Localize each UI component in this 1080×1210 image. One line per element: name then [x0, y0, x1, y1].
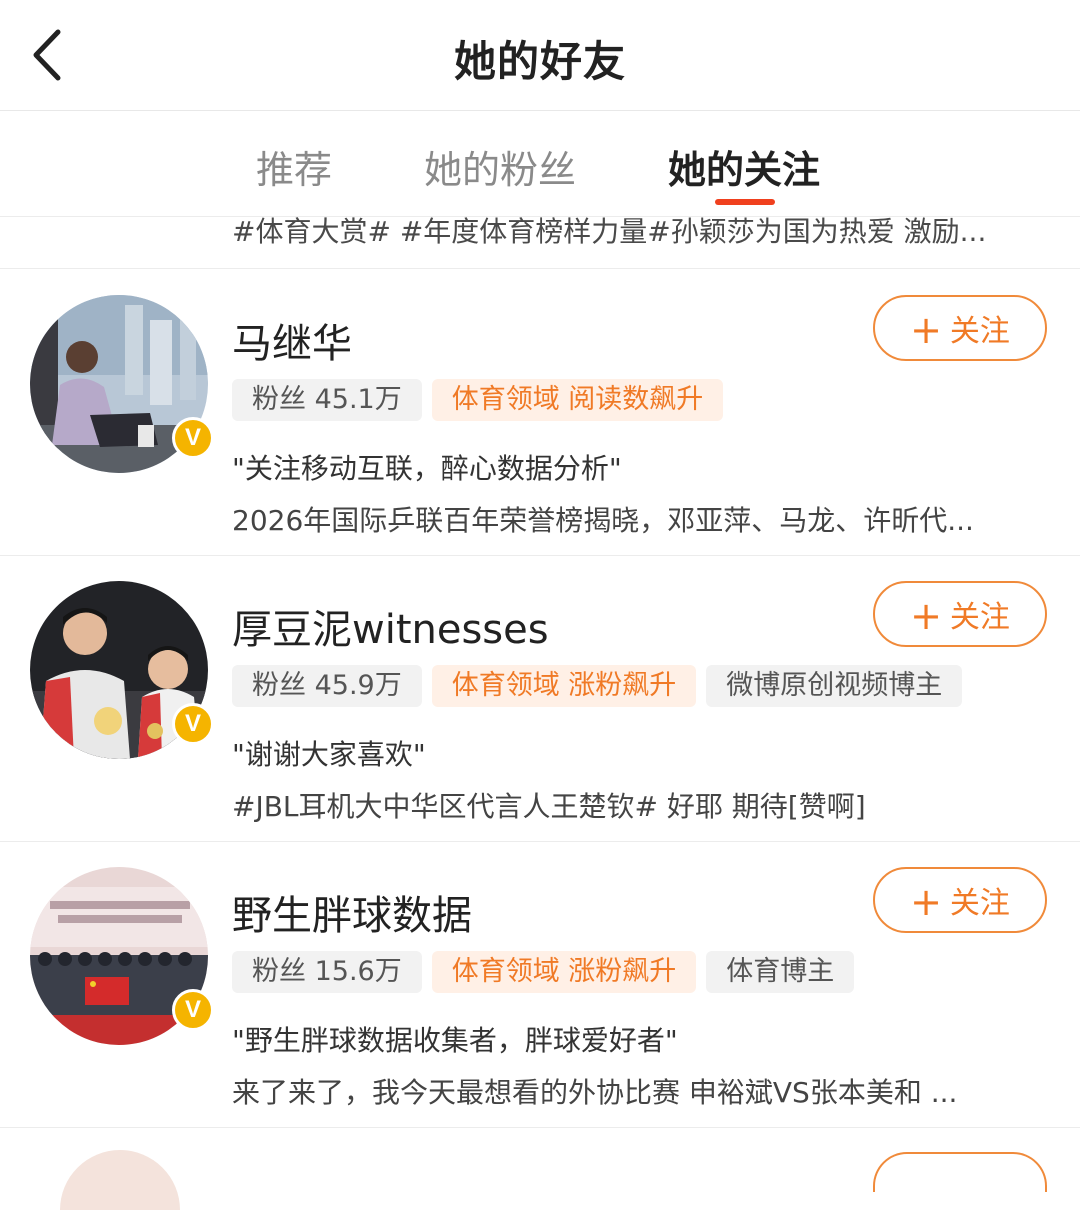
user-name[interactable]: 厚豆泥witnesses — [232, 597, 549, 655]
latest-post[interactable]: 来了来了，我今天最想看的外协比赛 申裕斌VS张本美和 ... — [232, 1071, 1044, 1111]
trend-tag[interactable]: 体育领域 阅读数飙升 — [431, 379, 724, 421]
verified-badge-icon: V — [172, 417, 214, 459]
tag-row: 粉丝 15.6万 体育领域 涨粉飙升 体育博主 — [232, 951, 864, 993]
user-name[interactable]: 马继华 — [232, 311, 352, 369]
user-bio: "野生胖球数据收集者，胖球爱好者" — [232, 1024, 678, 1057]
tab-recommend[interactable]: 推荐 — [256, 139, 332, 194]
tab-bar: 推荐 她的粉丝 她的关注 — [0, 111, 1080, 217]
fans-count-tag: 粉丝 45.9万 — [232, 665, 422, 707]
fans-count-tag: 粉丝 15.6万 — [232, 951, 422, 993]
list-item[interactable]: V 厚豆泥witnesses + 关注 粉丝 45.9万 体育领域 涨粉飙升 微博原创… — [0, 555, 1080, 841]
latest-post[interactable]: #JBL耳机大中华区代言人王楚钦# 好耶 期待[赞啊] — [232, 785, 1044, 825]
nav-bar: 她的好友 — [0, 0, 1080, 111]
follow-label: 关注 — [949, 600, 1010, 635]
verified-badge-icon: V — [172, 703, 214, 745]
follow-button[interactable]: + 关注 — [873, 581, 1047, 647]
avatar[interactable] — [60, 1150, 180, 1210]
follow-label: 关注 — [949, 314, 1010, 349]
follow-button[interactable]: + 关注 — [873, 867, 1047, 933]
plus-icon: + — [910, 308, 942, 352]
user-bio: "关注移动互联，醉心数据分析" — [232, 452, 622, 485]
category-tag[interactable]: 微博原创视频博主 — [706, 665, 963, 707]
follow-button[interactable] — [873, 1152, 1047, 1192]
tab-her-fans[interactable]: 她的粉丝 — [424, 139, 576, 194]
tag-row: 粉丝 45.9万 体育领域 涨粉飙升 微博原创视频博主 — [232, 665, 972, 707]
active-tab-indicator — [715, 199, 775, 205]
plus-icon: + — [910, 594, 942, 638]
page-title: 她的好友 — [453, 37, 626, 86]
list-item[interactable]: V 野生胖球数据 + 关注 粉丝 15.6万 体育领域 涨粉飙升 体育博主 "野生胖球… — [0, 841, 1080, 1127]
follow-button[interactable]: + 关注 — [873, 295, 1047, 361]
tab-her-following[interactable]: 她的关注 — [668, 139, 820, 194]
category-tag[interactable]: 体育博主 — [706, 951, 855, 993]
user-bio: "谢谢大家喜欢" — [232, 738, 426, 771]
trend-tag[interactable]: 体育领域 涨粉飙升 — [431, 951, 697, 993]
user-name[interactable]: 野生胖球数据 — [232, 883, 472, 941]
fans-count-tag: 粉丝 45.1万 — [232, 379, 422, 421]
verified-badge-icon: V — [172, 989, 214, 1031]
follow-label: 关注 — [949, 886, 1010, 921]
plus-icon: + — [910, 880, 942, 924]
trend-tag[interactable]: 体育领域 涨粉飙升 — [431, 665, 697, 707]
divider — [0, 1127, 1080, 1128]
tag-row: 粉丝 45.1万 体育领域 阅读数飙升 — [232, 379, 733, 421]
previous-item-latest-post[interactable]: #体育大赏# #年度体育榜样力量#孙颖莎为国为热爱 激励... — [232, 210, 986, 250]
latest-post[interactable]: 2026年国际乒联百年荣誉榜揭晓，邓亚萍、马龙、许昕代... — [232, 499, 1044, 539]
list-item[interactable]: V 马继华 + 关注 粉丝 45.1万 体育领域 阅读数飙升 "关注移动互联，醉心数… — [0, 269, 1080, 555]
